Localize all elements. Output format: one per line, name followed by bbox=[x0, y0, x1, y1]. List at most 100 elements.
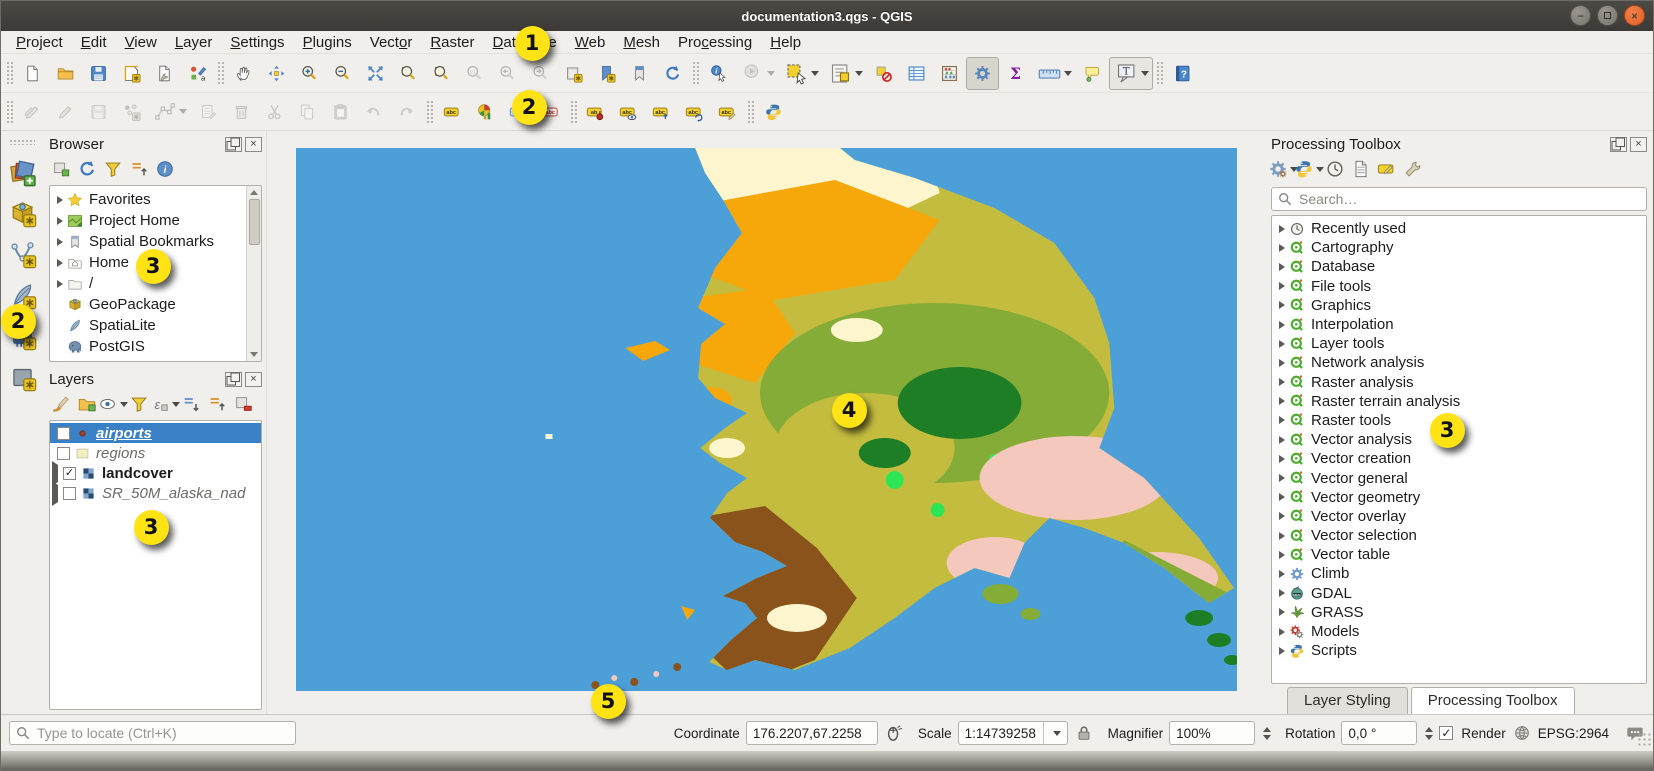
zoom-in-button[interactable] bbox=[293, 57, 326, 90]
refresh-browser-button[interactable] bbox=[75, 157, 99, 181]
toolbar-grip[interactable] bbox=[6, 61, 13, 85]
expander[interactable] bbox=[54, 280, 66, 288]
expand-icon[interactable] bbox=[1279, 436, 1285, 444]
lock-scale-icon[interactable] bbox=[1074, 723, 1094, 743]
expander[interactable] bbox=[1276, 474, 1288, 482]
expander[interactable] bbox=[1276, 378, 1288, 386]
zoom-to-selection-button[interactable] bbox=[392, 57, 425, 90]
expand-icon[interactable] bbox=[57, 196, 63, 204]
expand-icon[interactable] bbox=[1279, 608, 1285, 616]
menu-layer[interactable]: Layer bbox=[166, 32, 222, 53]
toolbox-group-climb[interactable]: Climb bbox=[1272, 564, 1646, 583]
minimize-button[interactable]: − bbox=[1570, 5, 1591, 26]
coordinate-input[interactable] bbox=[746, 721, 878, 745]
expand-icon[interactable] bbox=[1279, 493, 1285, 501]
magnifier-spinner[interactable] bbox=[1263, 727, 1271, 740]
browser-item-project-home[interactable]: Project Home bbox=[50, 210, 261, 231]
menu-mesh[interactable]: Mesh bbox=[614, 32, 669, 53]
menu-edit[interactable]: Edit bbox=[72, 32, 116, 53]
models-menu-button[interactable] bbox=[1271, 157, 1295, 181]
toolbox-search-input[interactable] bbox=[1297, 190, 1640, 208]
new-spatial-bookmark-button[interactable] bbox=[590, 57, 623, 90]
toolbar-grip[interactable] bbox=[6, 100, 13, 124]
expander[interactable] bbox=[1276, 321, 1288, 329]
layer-labeling-button[interactable]: abc bbox=[436, 95, 469, 128]
expand-icon[interactable] bbox=[1279, 551, 1285, 559]
expander[interactable] bbox=[1276, 301, 1288, 309]
select-features-button[interactable] bbox=[779, 57, 823, 90]
expand-icon[interactable] bbox=[1279, 225, 1285, 233]
layer-visibility-checkbox[interactable] bbox=[57, 447, 70, 460]
toolbox-float-button[interactable] bbox=[1610, 137, 1627, 152]
toolbox-group-raster-terrain-analysis[interactable]: Raster terrain analysis bbox=[1272, 392, 1646, 411]
expand-all-button[interactable] bbox=[179, 392, 203, 416]
menu-project[interactable]: Project bbox=[7, 32, 72, 53]
expand-icon[interactable] bbox=[57, 259, 63, 267]
toolbox-group-vector-table[interactable]: Vector table bbox=[1272, 545, 1646, 564]
text-annotation-button[interactable]: T bbox=[1109, 57, 1153, 90]
expander[interactable] bbox=[1276, 359, 1288, 367]
open-layer-styling-button[interactable] bbox=[49, 392, 73, 416]
change-label-button[interactable]: abc bbox=[711, 95, 744, 128]
expand-icon[interactable] bbox=[1279, 474, 1285, 482]
new-print-layout-button[interactable] bbox=[115, 57, 148, 90]
locator-bar[interactable] bbox=[9, 721, 296, 745]
python-console-button[interactable] bbox=[757, 95, 790, 128]
toolbox-group-vector-creation[interactable]: Vector creation bbox=[1272, 449, 1646, 468]
expander[interactable] bbox=[1276, 282, 1288, 290]
toolbar-grip[interactable] bbox=[426, 100, 433, 124]
render-checkbox[interactable]: ✓ bbox=[1439, 726, 1453, 740]
expander[interactable] bbox=[1276, 589, 1288, 597]
pan-map-button[interactable] bbox=[227, 57, 260, 90]
open-attribute-table-button[interactable] bbox=[900, 57, 933, 90]
expand-icon[interactable] bbox=[1279, 321, 1285, 329]
toolbox-group-raster-analysis[interactable]: Raster analysis bbox=[1272, 373, 1646, 392]
toolbox-group-scripts[interactable]: Scripts bbox=[1272, 641, 1646, 660]
chevron-down-icon[interactable] bbox=[767, 71, 775, 76]
new-memory-layer-button[interactable] bbox=[6, 361, 38, 393]
toolbox-options-button[interactable] bbox=[1401, 157, 1425, 181]
expander[interactable] bbox=[52, 485, 58, 502]
maximize-button[interactable] bbox=[1597, 5, 1618, 26]
edit-inplace-button[interactable] bbox=[1375, 157, 1399, 181]
browser-float-button[interactable] bbox=[225, 137, 242, 152]
scale-combo[interactable]: 1:14739258 bbox=[958, 721, 1068, 745]
rotation-value[interactable]: 0,0 ° bbox=[1341, 721, 1417, 745]
layer-visibility-checkbox[interactable] bbox=[63, 487, 76, 500]
toolbox-group-database[interactable]: Database bbox=[1272, 257, 1646, 276]
python-menu-button[interactable] bbox=[1297, 157, 1321, 181]
expander[interactable] bbox=[54, 238, 66, 246]
toolbox-group-vector-geometry[interactable]: Vector geometry bbox=[1272, 488, 1646, 507]
expand-icon[interactable] bbox=[57, 217, 63, 225]
browser-item-mssql[interactable]: MSSQL bbox=[50, 357, 261, 362]
expand-icon[interactable] bbox=[1279, 340, 1285, 348]
tab-layer-styling[interactable]: Layer Styling bbox=[1287, 687, 1408, 714]
browser-item-favorites[interactable]: Favorites bbox=[50, 189, 261, 210]
chevron-down-icon[interactable] bbox=[811, 71, 819, 76]
toolbox-group-vector-selection[interactable]: Vector selection bbox=[1272, 526, 1646, 545]
toolbar-grip[interactable] bbox=[1156, 61, 1163, 85]
expander[interactable] bbox=[1276, 493, 1288, 501]
expand-icon[interactable] bbox=[1279, 455, 1285, 463]
chevron-down-icon[interactable] bbox=[1053, 731, 1061, 736]
zoom-full-button[interactable] bbox=[359, 57, 392, 90]
dock-grip[interactable] bbox=[9, 139, 35, 145]
tab-processing-toolbox[interactable]: Processing Toolbox bbox=[1411, 687, 1575, 714]
toolbox-search[interactable] bbox=[1271, 187, 1647, 211]
scroll-down-icon[interactable] bbox=[250, 352, 258, 357]
filter-browser-button[interactable] bbox=[101, 157, 125, 181]
crs-globe-icon[interactable] bbox=[1512, 723, 1532, 743]
expander[interactable] bbox=[1276, 340, 1288, 348]
expand-icon[interactable] bbox=[52, 481, 58, 506]
expander[interactable] bbox=[1276, 436, 1288, 444]
expander[interactable] bbox=[1276, 532, 1288, 540]
expander[interactable] bbox=[54, 196, 66, 204]
map-tips-button[interactable] bbox=[1076, 57, 1109, 90]
properties-info-button[interactable]: i bbox=[153, 157, 177, 181]
toolbox-close-button[interactable]: × bbox=[1630, 137, 1647, 152]
pin-labels-button[interactable]: ab bbox=[579, 95, 612, 128]
browser-item-spatialite[interactable]: SpatiaLite bbox=[50, 315, 261, 336]
identify-features-button[interactable]: i bbox=[702, 57, 735, 90]
scroll-up-icon[interactable] bbox=[250, 190, 258, 195]
toolbox-group-file-tools[interactable]: File tools bbox=[1272, 277, 1646, 296]
